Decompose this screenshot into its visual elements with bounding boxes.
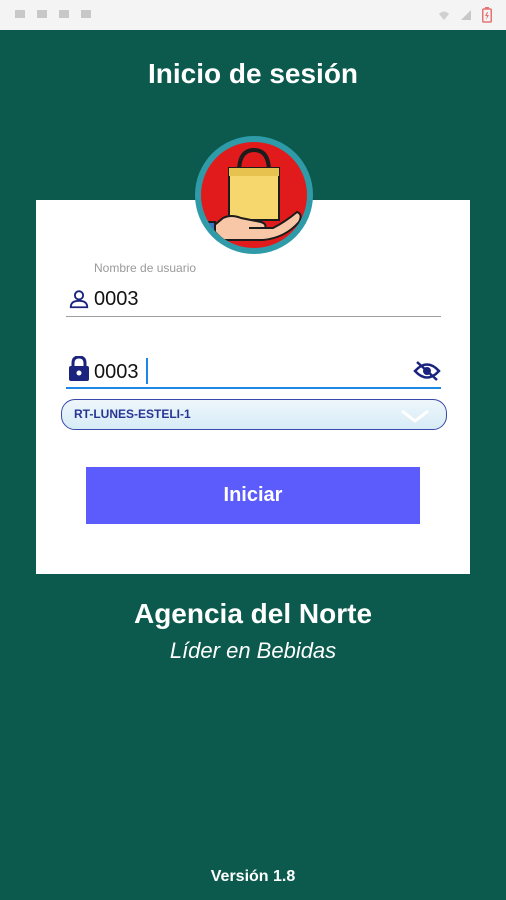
- company-tagline: Líder en Bebidas: [169, 638, 337, 663]
- username-label: Nombre de usuario: [94, 261, 197, 275]
- wifi-icon: [439, 11, 449, 20]
- route-selected-value: RT-LUNES-ESTELI-1: [74, 407, 191, 421]
- status-icons-right: [438, 7, 492, 23]
- lock-icon: [69, 356, 89, 381]
- page-title: Inicio de sesión: [147, 58, 359, 89]
- notification-icon: [81, 10, 91, 18]
- notification-icon: [37, 10, 47, 18]
- notification-icon: [59, 10, 69, 18]
- status-icons-left: [14, 8, 92, 20]
- bag-in-hand-icon: [201, 147, 302, 247]
- username-field[interactable]: 0003: [66, 284, 441, 317]
- shopping-bag-hand-logo: [195, 136, 313, 254]
- logo-circle: [201, 142, 307, 248]
- notification-icon: [15, 10, 25, 18]
- chevron-down-icon: [401, 409, 429, 423]
- app-version: Versión 1.8: [210, 868, 296, 885]
- password-field[interactable]: 0003: [66, 356, 441, 389]
- company-name: Agencia del Norte: [133, 598, 373, 629]
- status-bar: [0, 0, 506, 30]
- password-value: 0003: [94, 361, 139, 383]
- login-button[interactable]: Iniciar: [86, 467, 420, 524]
- battery-icon: [482, 7, 492, 23]
- user-icon: [69, 290, 89, 309]
- text-cursor: [146, 358, 148, 384]
- route-select[interactable]: RT-LUNES-ESTELI-1: [61, 399, 447, 430]
- signal-icon: [461, 10, 471, 20]
- eye-off-icon[interactable]: [413, 360, 441, 382]
- username-value: 0003: [94, 288, 139, 310]
